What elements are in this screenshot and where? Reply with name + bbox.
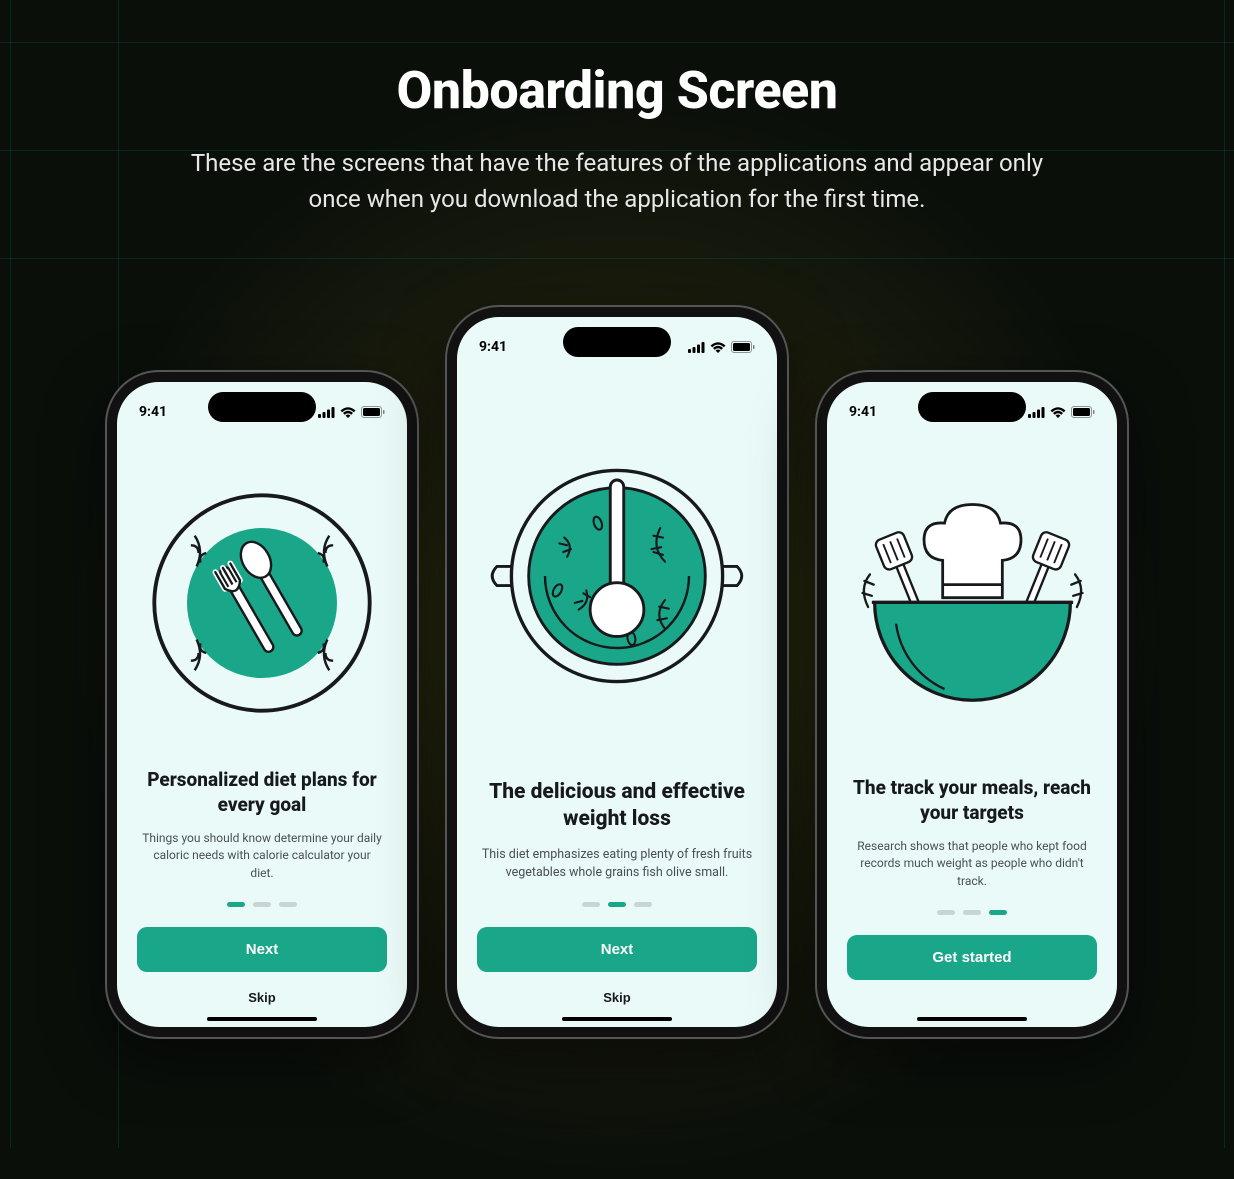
illustration	[457, 363, 777, 779]
phone-row: 9:41	[0, 257, 1234, 1037]
status-time: 9:41	[139, 404, 167, 420]
screen-description: This diet emphasizes eating plenty of fr…	[477, 846, 757, 882]
notch	[208, 392, 316, 422]
wifi-icon	[1050, 407, 1066, 418]
dot-2[interactable]	[608, 902, 626, 907]
screen-title: The delicious and effective weight loss	[477, 779, 757, 834]
dot-1[interactable]	[227, 902, 245, 907]
status-time: 9:41	[849, 404, 877, 420]
dot-2[interactable]	[253, 902, 271, 907]
page-title: Onboarding Screen	[0, 0, 1234, 121]
notch	[563, 327, 671, 357]
page-indicator[interactable]	[477, 902, 757, 907]
illustration	[827, 428, 1117, 776]
wifi-icon	[340, 407, 356, 418]
screen-description: Things you should know determine your da…	[137, 830, 387, 882]
dot-3[interactable]	[989, 910, 1007, 915]
screen-description: Research shows that people who kept food…	[847, 838, 1097, 890]
illustration	[117, 428, 407, 768]
dot-1[interactable]	[937, 910, 955, 915]
home-indicator[interactable]	[207, 1017, 317, 1021]
next-button[interactable]: Next	[137, 927, 387, 972]
screen-title: The track your meals, reach your targets	[847, 776, 1097, 825]
phone-mockup-2: 9:41	[447, 307, 787, 1037]
skip-button[interactable]: Skip	[248, 982, 275, 1013]
page-indicator[interactable]	[847, 910, 1097, 915]
status-time: 9:41	[479, 339, 507, 355]
wifi-icon	[710, 342, 726, 353]
dot-2[interactable]	[963, 910, 981, 915]
get-started-button[interactable]: Get started	[847, 935, 1097, 980]
signal-icon	[318, 407, 335, 418]
next-button[interactable]: Next	[477, 927, 757, 972]
signal-icon	[688, 342, 705, 353]
battery-icon	[1071, 406, 1095, 418]
page-subtitle: These are the screens that have the feat…	[177, 145, 1057, 217]
battery-icon	[361, 406, 385, 418]
signal-icon	[1028, 407, 1045, 418]
home-indicator[interactable]	[562, 1017, 672, 1021]
home-indicator[interactable]	[917, 1017, 1027, 1021]
page-indicator[interactable]	[137, 902, 387, 907]
notch	[918, 392, 1026, 422]
screen-title: Personalized diet plans for every goal	[137, 768, 387, 817]
phone-mockup-3: 9:41	[817, 372, 1127, 1037]
skip-button[interactable]: Skip	[603, 982, 630, 1013]
phone-mockup-1: 9:41	[107, 372, 417, 1037]
battery-icon	[731, 341, 755, 353]
dot-3[interactable]	[279, 902, 297, 907]
dot-3[interactable]	[634, 902, 652, 907]
dot-1[interactable]	[582, 902, 600, 907]
